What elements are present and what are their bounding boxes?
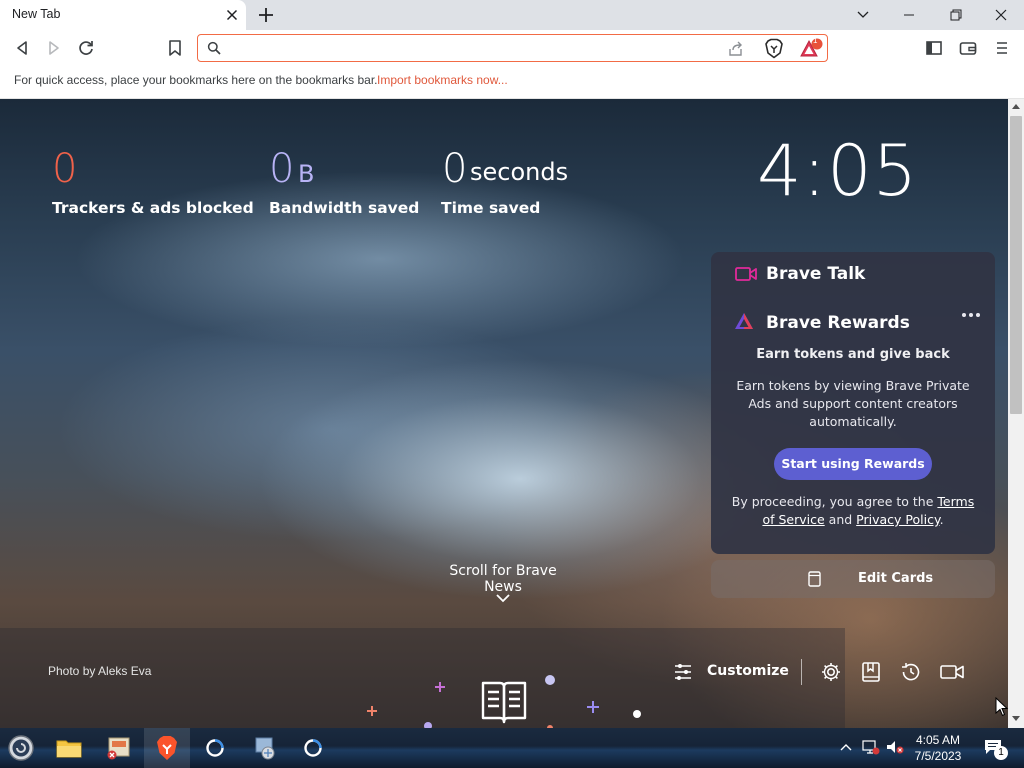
control-panel-icon	[107, 737, 130, 760]
tab-new-tab[interactable]: New Tab	[0, 0, 246, 30]
brave-shield-icon[interactable]	[764, 38, 784, 59]
time-saved-value: 0	[442, 146, 468, 192]
clock: 4:05	[757, 130, 919, 212]
trackers-blocked-label: Trackers & ads blocked	[52, 199, 254, 217]
bandwidth-saved-value: 0	[269, 146, 295, 192]
tray-clock[interactable]: 4:05 AM 7/5/2023	[904, 732, 972, 764]
legal-and: and	[828, 512, 853, 527]
bookmarks-bar-hint: For quick access, place your bookmarks h…	[14, 73, 378, 87]
notification-center-button[interactable]: 1	[978, 728, 1024, 768]
tray-time: 4:05 AM	[915, 733, 961, 747]
forward-icon[interactable]	[43, 37, 65, 59]
taskbar-control-panel[interactable]	[96, 728, 142, 768]
tray-date: 7/5/2023	[914, 749, 962, 763]
search-icon	[207, 41, 221, 55]
bookmarks-icon[interactable]	[859, 660, 883, 684]
brave-talk-shortcut-icon[interactable]	[939, 660, 965, 684]
taskbar-file-explorer[interactable]	[46, 728, 92, 768]
bandwidth-saved-unit: B	[298, 160, 315, 188]
time-saved-unit: seconds	[470, 158, 569, 186]
time-saved-label: Time saved	[441, 199, 541, 217]
rewards-subtitle: Earn tokens and give back	[756, 347, 950, 362]
trackers-blocked-value: 0	[52, 146, 78, 192]
customize-button[interactable]: Customize	[672, 658, 789, 686]
edit-cards-button[interactable]: Edit Cards	[711, 560, 995, 598]
brave-rewards-icon[interactable]	[799, 38, 825, 59]
volume-muted-icon[interactable]	[885, 739, 905, 755]
taskbar-brave-browser[interactable]	[144, 728, 190, 768]
network-status-icon[interactable]	[862, 739, 880, 755]
legal-prefix: By proceeding, you agree to the	[731, 494, 934, 509]
video-camera-icon	[735, 267, 757, 281]
wallet-icon[interactable]	[957, 37, 979, 59]
mouse-cursor-icon	[995, 697, 1009, 717]
menu-icon[interactable]	[991, 37, 1013, 59]
gear-icon[interactable]	[819, 660, 843, 684]
address-input[interactable]	[232, 38, 712, 58]
brave-lion-icon	[157, 736, 177, 760]
share-icon[interactable]	[727, 40, 745, 57]
privacy-policy-link[interactable]: Privacy Policy	[856, 512, 939, 527]
loading-ring-icon	[206, 739, 224, 757]
scroll-up-arrow-icon[interactable]	[1011, 102, 1021, 110]
loading-ring-icon	[304, 739, 322, 757]
edit-cards-icon	[808, 571, 821, 587]
photo-credit[interactable]: Photo by Aleks Eva	[48, 664, 151, 678]
close-window-button[interactable]	[978, 0, 1024, 30]
rewards-description: Earn tokens by viewing Brave Private Ads…	[736, 378, 970, 429]
brave-rewards-card: Brave Rewards Earn tokens and give back …	[711, 296, 995, 554]
new-tab-button[interactable]	[256, 5, 276, 25]
minimize-button[interactable]	[886, 0, 932, 30]
taskbar-app-loading-1[interactable]	[192, 728, 238, 768]
import-bookmarks-link[interactable]: Import bookmarks now...	[377, 73, 508, 87]
bookmark-icon[interactable]	[164, 37, 186, 59]
edit-cards-label: Edit Cards	[858, 571, 934, 586]
show-hidden-icons-chevron-icon[interactable]	[839, 741, 853, 753]
scrollbar-thumb[interactable]	[1010, 116, 1022, 414]
start-using-rewards-button[interactable]: Start using Rewards	[774, 448, 932, 480]
more-icon[interactable]	[961, 310, 981, 320]
tab-title: New Tab	[12, 7, 61, 21]
taskbar-network-app[interactable]	[242, 728, 288, 768]
brave-talk-title: Brave Talk	[766, 264, 866, 284]
tab-search-chevron-icon[interactable]	[840, 0, 886, 30]
folder-icon	[56, 740, 82, 758]
taskbar-app-loading-2[interactable]	[290, 728, 336, 768]
reload-icon[interactable]	[75, 37, 97, 59]
sidebar-icon[interactable]	[923, 37, 945, 59]
brave-rewards-logo-icon	[735, 313, 753, 329]
chevron-down-icon[interactable]	[495, 592, 511, 604]
brave-news-icon[interactable]	[480, 678, 528, 726]
scroll-down-arrow-icon[interactable]	[1011, 715, 1021, 723]
legal-suffix: .	[939, 512, 944, 527]
start-button[interactable]	[0, 728, 46, 768]
notification-count-badge: 1	[994, 746, 1008, 760]
bandwidth-saved-label: Bandwidth saved	[269, 199, 420, 217]
title-bar: New Tab	[0, 0, 1024, 30]
windows-orb-icon	[8, 735, 34, 761]
scroll-for-brave-news[interactable]: Scroll for Brave News	[430, 563, 576, 595]
tab-close-icon[interactable]	[223, 6, 241, 24]
bottom-divider	[801, 659, 802, 685]
brave-rewards-title: Brave Rewards	[766, 313, 910, 333]
network-icon	[255, 737, 275, 760]
bookmarks-bar: For quick access, place your bookmarks h…	[0, 66, 1024, 99]
rewards-badge-count: 1	[813, 36, 818, 45]
address-bar[interactable]: 1	[197, 34, 828, 62]
sliders-icon	[675, 664, 691, 680]
restore-button[interactable]	[932, 0, 978, 30]
customize-label: Customize	[707, 663, 789, 679]
brave-talk-card[interactable]: Brave Talk	[711, 252, 995, 296]
back-icon[interactable]	[11, 37, 33, 59]
rewards-legal-text: By proceeding, you agree to the Terms of…	[727, 493, 979, 529]
history-icon[interactable]	[899, 660, 923, 684]
